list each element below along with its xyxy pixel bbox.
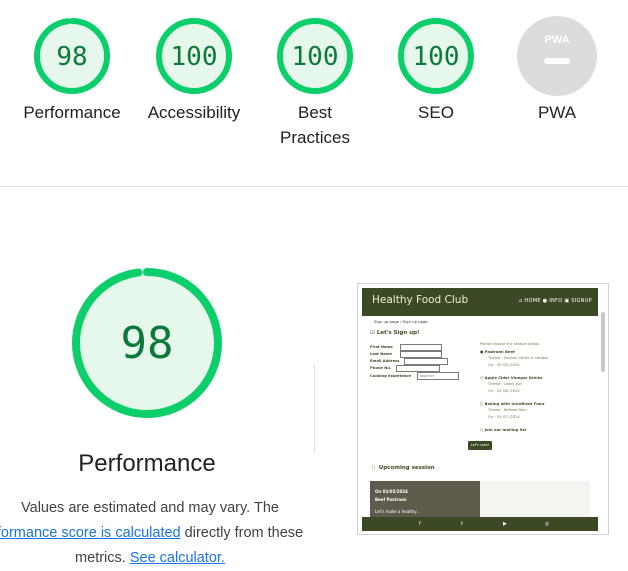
gauge-performance-score: 98 — [56, 42, 87, 72]
thumb-session-line: On : 03 /06 /2024 — [488, 389, 520, 393]
gauge-accessibility-score: 100 — [171, 42, 218, 72]
pwa-badge-icon: PWA — [517, 16, 597, 96]
thumb-session-line: Theme - Leaky gut — [488, 382, 522, 386]
thumb-input — [400, 351, 442, 358]
score-calculation-link[interactable]: formance score is calculated — [0, 525, 181, 541]
gauge-pwa-label: PWA — [537, 103, 577, 122]
thumb-session-line: On : 03 /05 /2024 — [488, 363, 520, 367]
thumb-session-line: On : 03 /07 /2024 — [488, 415, 520, 419]
thumb-input — [396, 365, 440, 372]
gauge-performance[interactable]: 98 Performance — [12, 16, 132, 125]
thumb-field-label: Phone No. — [370, 366, 392, 370]
thumb-field-label: Email Address — [370, 359, 400, 363]
thumb-field-label: First Name — [370, 345, 393, 349]
thumb-field-label: Cooking experience — [370, 374, 411, 378]
thumb-field-label: Last Name — [370, 352, 392, 356]
see-calculator-link[interactable]: See calculator. — [130, 550, 225, 566]
youtube-icon: ▶ — [503, 521, 507, 527]
thumb-card-title: Beef Pastrami — [375, 497, 407, 502]
thumb-scrollbar — [601, 312, 605, 372]
gauge-accessibility-chart: 100 — [156, 18, 232, 94]
gauge-performance-chart: 98 — [34, 18, 110, 94]
facebook-icon: f — [419, 521, 421, 527]
twitter-icon: t — [461, 521, 463, 527]
performance-note: Values are estimated and may vary. The f… — [0, 496, 330, 571]
thumb-select: beginner — [417, 372, 459, 380]
gauge-seo-score: 100 — [413, 42, 460, 72]
gauge-best-practices[interactable]: 100 Best Practices — [255, 16, 375, 150]
category-summary: 98 Performance 100 Accessibility 100 Bes… — [0, 0, 628, 186]
gauge-performance-label: Performance — [23, 103, 121, 122]
thumb-nav-links: ⌂ HOME ● INFO ▣ SIGNUP — [519, 298, 592, 304]
pwa-badge-text: PWA — [544, 34, 569, 46]
final-screenshot-thumbnail[interactable]: Healthy Food Club ⌂ HOME ● INFO ▣ SIGNUP… — [357, 283, 609, 535]
thumb-session-name: ○ Apple Cider Vinegar Drinks — [480, 375, 543, 380]
thumb-session-line: Theme - Refined flour — [488, 408, 527, 412]
gauge-best-practices-score: 100 — [292, 42, 339, 72]
note-prefix: Values are estimated and may vary. The — [21, 500, 279, 516]
thumb-upcoming-heading: 🍴 Upcoming session — [370, 465, 435, 471]
thumb-brand: Healthy Food Club — [372, 294, 469, 306]
thumb-footer: f t ▶ ◎ — [362, 517, 598, 531]
performance-gauge: 98 — [72, 268, 222, 418]
gauge-pwa[interactable]: PWA PWA — [497, 16, 617, 125]
thumb-card-body: Let's make a healthy... — [375, 509, 420, 514]
instagram-icon: ◎ — [545, 521, 550, 527]
thumb-navbar: Healthy Food Club ⌂ HOME ● INFO ▣ SIGNUP — [362, 288, 598, 316]
thumb-input — [400, 344, 442, 351]
thumb-session-name: ○ Baking with Unrefined Flour — [480, 401, 545, 406]
performance-title: Performance — [78, 450, 216, 477]
thumb-session-line: Theme - Sodium nitrite & nitrates — [488, 356, 549, 360]
gauge-seo-chart: 100 — [398, 18, 474, 94]
section-divider — [0, 186, 628, 187]
gauge-seo-label: SEO — [418, 103, 454, 122]
thumb-mailing: ○ Join our mailing list — [480, 427, 527, 432]
thumb-session-name: ● Pastrami Beef — [480, 349, 515, 354]
thumb-sessions-intro: Please choose the session below. — [480, 342, 540, 346]
gauge-accessibility-label: Accessibility — [147, 103, 241, 122]
thumb-signup-heading: ☑ Let's Sign up! — [370, 330, 420, 336]
gauge-accessibility[interactable]: 100 Accessibility — [134, 16, 254, 125]
thumb-input — [404, 358, 448, 365]
thumb-card-date: On 03/05/2024 — [375, 489, 408, 494]
performance-score: 98 — [121, 318, 174, 369]
gauge-seo[interactable]: 100 SEO — [376, 16, 496, 125]
gauge-best-practices-chart: 100 — [277, 18, 353, 94]
thumb-breadcrumb: Sign up page / Sign up page — [374, 319, 428, 324]
thumb-submit-button: Let's cook! — [468, 441, 492, 450]
vertical-divider — [314, 365, 315, 453]
gauge-best-practices-label: Best Practices — [280, 103, 350, 147]
